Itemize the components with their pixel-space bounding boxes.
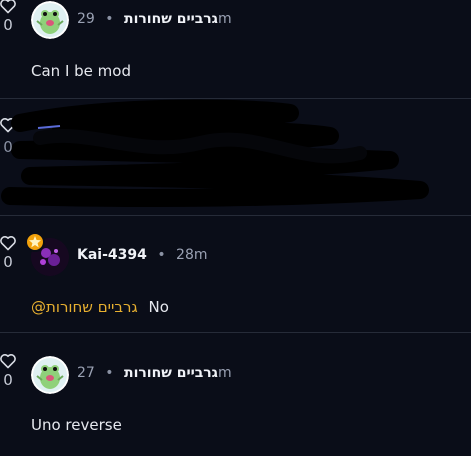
like-control[interactable]: 0 bbox=[0, 353, 19, 389]
like-control[interactable]: 0 bbox=[0, 235, 19, 271]
frog-avatar-icon bbox=[31, 1, 69, 39]
redaction-scribble bbox=[1, 99, 429, 207]
star-badge-icon bbox=[25, 232, 45, 252]
heart-icon[interactable] bbox=[0, 0, 17, 14]
username[interactable]: גרביים שחורות bbox=[124, 365, 218, 381]
comment-item: 0 גרביים שחורות • 29m Can I be mod bbox=[0, 0, 471, 99]
username[interactable]: גרביים שחורות bbox=[124, 11, 218, 27]
comment-body: No bbox=[148, 298, 169, 316]
timestamp: 28m bbox=[176, 247, 208, 263]
like-count: 0 bbox=[3, 138, 13, 156]
comment-item: 0 גרביים שחורות • 27m Uno reverse bbox=[0, 335, 471, 452]
username[interactable]: Kai-4394 bbox=[77, 247, 147, 263]
comment-item-redacted: 0 bbox=[0, 98, 471, 216]
heart-icon[interactable] bbox=[0, 353, 17, 369]
mention-link[interactable]: @גרביים שחורות bbox=[31, 298, 138, 316]
like-count: 0 bbox=[3, 371, 13, 389]
frog-avatar-icon bbox=[31, 356, 69, 394]
like-count: 0 bbox=[3, 16, 13, 34]
separator-dot: • bbox=[157, 247, 166, 263]
avatar[interactable] bbox=[31, 1, 69, 39]
comment-header: גרביים שחורות • 27m bbox=[77, 365, 232, 381]
comment-text: Can I be mod bbox=[31, 62, 131, 80]
heart-icon[interactable] bbox=[0, 235, 17, 251]
comment-header: Kai-4394 • 28m bbox=[77, 247, 208, 263]
separator-dot: • bbox=[105, 11, 114, 27]
avatar[interactable] bbox=[31, 356, 69, 394]
comment-text: Uno reverse bbox=[31, 416, 122, 434]
comment-item: 0 Kai-4394 • 28m @גרביים שחורות No bbox=[0, 215, 471, 333]
like-count: 0 bbox=[3, 253, 13, 271]
separator-dot: • bbox=[105, 365, 114, 381]
like-control[interactable]: 0 bbox=[0, 0, 19, 34]
comment-header: גרביים שחורות • 29m bbox=[77, 11, 232, 27]
comment-text: @גרביים שחורות No bbox=[31, 298, 169, 316]
